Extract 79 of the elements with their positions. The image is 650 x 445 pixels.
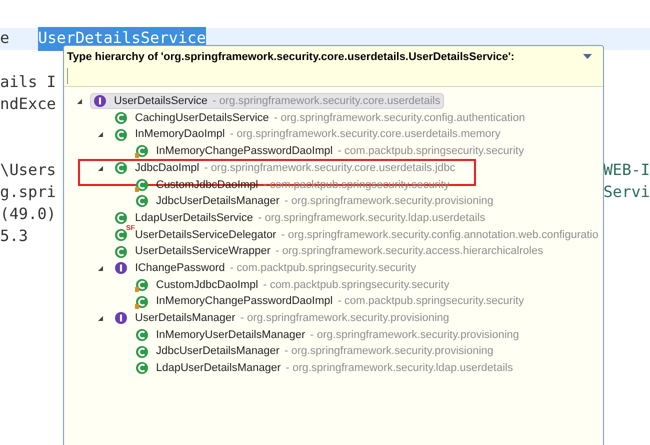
class-icon — [114, 161, 128, 176]
tree-item[interactable]: JdbcDaoImpl - org.springframework.security.core.userdetails.jdbc — [111, 160, 460, 176]
tree-item[interactable]: JdbcUserDetailsManager - org.springframework.security.provisioning — [132, 193, 498, 210]
type-name: InMemoryDaoImpl — [135, 127, 225, 142]
package-name: - com.packtpub.springsecurity.security — [338, 144, 524, 160]
class-icon — [114, 111, 128, 126]
tree-item[interactable]: InMemoryUserDetailsManager - org.springframework.security.provisioning — [132, 326, 524, 343]
menu-dropdown-icon[interactable] — [583, 54, 592, 60]
class-icon — [135, 278, 149, 292]
type-name: InMemoryUserDetailsManager — [156, 328, 306, 343]
code-text: e — [0, 28, 10, 50]
tree-item[interactable]: InMemoryChangePasswordDaoImpl - com.packtpub.springsecurity.security — [132, 143, 528, 160]
package-name: - com.packtpub.springsecurity.security — [230, 260, 416, 276]
interface-icon — [114, 261, 128, 276]
code-text: g.spri — [0, 182, 56, 204]
tree-item[interactable]: InMemoryDaoImpl - org.springframework.security.core.userdetails.memory — [111, 126, 504, 143]
code-text: WEB-I — [603, 160, 650, 182]
tree-item[interactable]: CachingUserDetailsService - org.springframework.security.config.authentication — [111, 110, 529, 126]
type-name: JdbcDaoImpl — [135, 160, 200, 176]
type-name: CachingUserDetailsService — [135, 110, 269, 126]
package-name: - com.packtpub.springsecurity.security — [338, 294, 524, 310]
package-name: - org.springframework.security.ldap.userdetails — [258, 210, 486, 226]
type-name: JdbcUserDetailsManager — [156, 194, 280, 210]
type-name: UserDetailsServiceWrapper — [135, 244, 271, 260]
type-name: UserDetailsServiceDelegator — [135, 228, 276, 243]
type-name: LdapUserDetailsService — [135, 210, 253, 226]
type-name: UserDetailsManager — [135, 311, 236, 326]
class-icon — [135, 178, 149, 192]
tree-item[interactable]: LdapUserDetailsManager - org.springframework.security.ldap.userdetails — [132, 360, 517, 376]
tree-item[interactable]: JdbcUserDetailsManager - org.springframework.security.provisioning — [132, 344, 498, 360]
tree-item[interactable]: UserDetailsServiceWrapper - org.springframework.security.access.hierarchicalroles — [111, 244, 548, 260]
code-text: Servi — [603, 182, 650, 204]
type-name: InMemoryChangePasswordDaoImpl — [156, 144, 333, 160]
expanded-arrow-icon[interactable] — [97, 131, 104, 138]
package-name: - org.springframework.security.provisioning — [240, 311, 450, 326]
type-name: UserDetailsService — [114, 94, 208, 110]
expanded-arrow-icon[interactable] — [97, 264, 104, 272]
tree-item[interactable]: CustomJdbcDaoImpl - com.packtpub.springsecurity.security — [132, 276, 454, 293]
package-name: - org.springframework.security.provisioning — [310, 328, 520, 343]
type-name: LdapUserDetailsManager — [156, 361, 281, 376]
expanded-arrow-icon[interactable] — [97, 314, 104, 322]
type-name: JdbcUserDetailsManager — [156, 344, 280, 360]
type-name: IChangePassword — [135, 260, 225, 276]
package-name: - org.springframework.security.core.userdetails.jdbc — [204, 160, 456, 176]
popup-title: Type hierarchy of 'org.springframework.security.core.userdetails.UserDetailsService': — [67, 50, 516, 65]
code-text: 5.3 — [0, 226, 28, 248]
class-icon — [135, 144, 149, 158]
tree-item[interactable]: UserDetailsManager - org.springframework.security.provisioning — [111, 310, 454, 326]
code-text: ails I — [0, 72, 56, 94]
type-name: InMemoryChangePasswordDaoImpl — [156, 294, 333, 310]
package-name: - org.springframework.security.provisioning — [284, 344, 494, 360]
code-text: (49.0) — [0, 204, 56, 226]
class-icon — [114, 128, 128, 142]
interface-icon — [114, 311, 128, 326]
class-icon — [135, 361, 149, 376]
code-text: \Users — [0, 160, 56, 182]
class-icon — [114, 244, 128, 259]
package-name: - org.springframework.security.provisioning — [284, 194, 494, 210]
tree-item[interactable]: LdapUserDetailsService - org.springframework.security.ldap.userdetails — [111, 210, 490, 226]
class-icon — [135, 294, 149, 309]
package-name: - org.springframework.security.access.hierarchicalroles — [276, 244, 544, 260]
class-icon — [135, 194, 149, 208]
tree-item[interactable]: IChangePassword - com.packtpub.springsecurity.security — [111, 260, 420, 276]
interface-icon — [93, 94, 107, 108]
class-icon — [135, 328, 149, 342]
package-name: - org.springframework.security.config.annotation.web.configuratio — [281, 228, 598, 243]
code-text: ndExce — [0, 94, 56, 116]
tree-item[interactable]: UserDetailsService - org.springframework.security.core.userdetails — [90, 93, 444, 110]
package-name: - org.springframework.security.ldap.userdetails — [286, 361, 513, 376]
expanded-arrow-icon[interactable] — [76, 98, 83, 105]
expanded-arrow-icon[interactable] — [97, 164, 104, 172]
package-name: - org.springframework.security.core.userdetails — [212, 94, 440, 110]
package-name: - com.packtpub.springsecurity.security — [263, 278, 450, 293]
package-name: - org.springframework.security.config.authentication — [274, 110, 525, 126]
package-name: - org.springframework.security.core.userdetails.memory — [230, 127, 500, 142]
tree-item[interactable]: InMemoryChangePasswordDaoImpl - com.packtpub.springsecurity.security — [132, 294, 528, 310]
class-icon — [114, 211, 128, 226]
type-name: CustomJdbcDaoImpl — [156, 278, 258, 293]
class-icon — [135, 344, 149, 359]
